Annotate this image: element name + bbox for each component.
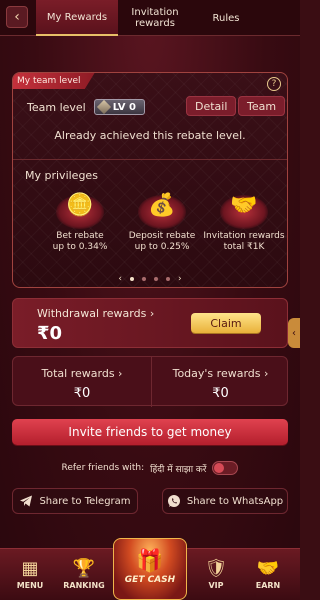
tab-label: Rules bbox=[212, 12, 240, 24]
refer-language-row: Refer friends with: हिंदी में साझा करें bbox=[0, 460, 300, 476]
detail-button[interactable]: Detail bbox=[186, 96, 237, 116]
back-button[interactable]: ‹ bbox=[6, 6, 28, 28]
privileges-title: My privileges bbox=[25, 169, 98, 182]
hindi-share-toggle[interactable] bbox=[212, 461, 239, 475]
nav-menu[interactable]: ▦ MENU bbox=[0, 558, 60, 591]
level-text: LV 0 bbox=[112, 101, 136, 113]
chevron-left-icon: ‹ bbox=[292, 327, 296, 339]
share-whatsapp-button[interactable]: Share to WhatsApp bbox=[162, 488, 288, 514]
privilege-deposit-rebate[interactable]: 💰 Deposit rebate up to 0.25% bbox=[117, 189, 207, 253]
whatsapp-icon bbox=[167, 494, 181, 508]
nav-get-cash[interactable]: 🎁 GET CASH bbox=[113, 538, 187, 600]
privilege-line1: Bet rebate bbox=[56, 231, 104, 241]
invite-friends-button[interactable]: Invite friends to get money bbox=[12, 419, 288, 445]
menu-grid-icon: ▦ bbox=[21, 558, 39, 579]
withdrawal-amount: ₹0 bbox=[37, 323, 63, 344]
treasure-chest-icon: 🎁 bbox=[136, 549, 164, 574]
nav-vip[interactable]: 🛡 VIP bbox=[186, 558, 246, 591]
handshake-icon: 🤝 bbox=[230, 193, 258, 218]
carousel-dot[interactable] bbox=[130, 277, 134, 281]
carousel-pagination: ‹ › bbox=[13, 274, 287, 284]
telegram-icon bbox=[19, 494, 33, 508]
carousel-dot[interactable] bbox=[142, 277, 146, 281]
carousel-next-icon[interactable]: › bbox=[178, 274, 182, 284]
todays-rewards-value: ₹0 bbox=[212, 386, 229, 401]
nav-label: GET CASH bbox=[124, 575, 176, 585]
privilege-line2: up to 0.34% bbox=[52, 242, 108, 252]
trophy-icon: 🏆 bbox=[72, 558, 96, 579]
total-rewards[interactable]: Total rewards › ₹0 bbox=[13, 357, 151, 407]
privilege-line2: total ₹1K bbox=[223, 242, 265, 252]
team-level-panel: My team level ? Team level LV 0 Detail T… bbox=[12, 72, 288, 288]
page: ‹ My Rewards Invitation rewards Rules My… bbox=[0, 0, 300, 600]
vip-shield-icon: 🛡 bbox=[204, 558, 228, 579]
handshake-icon: 🤝 bbox=[256, 558, 280, 579]
carousel-dot[interactable] bbox=[166, 277, 170, 281]
privilege-invitation-rewards[interactable]: 🤝 Invitation rewards total ₹1K bbox=[199, 189, 287, 253]
money-bag-icon: 💰 bbox=[148, 193, 176, 218]
carousel-dot[interactable] bbox=[154, 277, 158, 281]
tab-rules[interactable]: Rules bbox=[196, 0, 256, 36]
privilege-bet-rebate[interactable]: 🪙 Bet rebate up to 0.34% bbox=[35, 189, 125, 253]
chevron-left-icon: ‹ bbox=[14, 9, 20, 25]
nav-label: EARN bbox=[255, 581, 281, 590]
team-level-label: Team level bbox=[27, 100, 86, 114]
nav-ranking[interactable]: 🏆 RANKING bbox=[54, 558, 114, 591]
share-whatsapp-label: Share to WhatsApp bbox=[186, 495, 284, 507]
withdrawal-rewards-label[interactable]: Withdrawal rewards › bbox=[37, 307, 154, 320]
help-icon[interactable]: ? bbox=[267, 77, 281, 91]
diamond-icon bbox=[96, 99, 111, 115]
nav-earn[interactable]: 🤝 EARN bbox=[238, 558, 298, 591]
total-rewards-label: Total rewards › bbox=[41, 367, 123, 380]
withdrawal-rewards-card: Withdrawal rewards › ₹0 Claim bbox=[12, 298, 288, 348]
team-level-ribbon: My team level bbox=[13, 73, 95, 89]
divider bbox=[13, 159, 287, 160]
refer-label: Refer friends with: bbox=[61, 463, 145, 473]
privileges-list: 🪙 Bet rebate up to 0.34% 💰 Deposit rebate… bbox=[13, 189, 287, 259]
privilege-line1: Deposit rebate bbox=[128, 231, 196, 241]
share-telegram-button[interactable]: Share to Telegram bbox=[12, 488, 138, 514]
carousel-prev-icon[interactable]: ‹ bbox=[118, 274, 122, 284]
share-telegram-label: Share to Telegram bbox=[39, 495, 131, 507]
nav-label: MENU bbox=[16, 581, 44, 590]
tab-label: My Rewards bbox=[46, 11, 108, 23]
top-tab-bar: ‹ My Rewards Invitation rewards Rules bbox=[0, 0, 300, 36]
team-button[interactable]: Team bbox=[238, 96, 286, 116]
todays-rewards[interactable]: Today's rewards › ₹0 bbox=[151, 357, 289, 407]
coin-stack-icon: 🪙 bbox=[66, 193, 94, 218]
nav-label: VIP bbox=[208, 581, 224, 590]
level-badge: LV 0 bbox=[93, 99, 145, 115]
claim-button[interactable]: Claim bbox=[191, 313, 261, 333]
side-drawer-toggle[interactable]: ‹ bbox=[288, 318, 300, 348]
tab-invitation-rewards[interactable]: Invitation rewards bbox=[124, 0, 186, 36]
tab-label: Invitation rewards bbox=[131, 7, 179, 29]
hindi-share-label: हिंदी में साझा करें bbox=[150, 464, 207, 475]
privilege-line1: Invitation rewards bbox=[203, 231, 285, 241]
todays-rewards-label: Today's rewards › bbox=[172, 367, 269, 380]
privilege-line2: up to 0.25% bbox=[134, 242, 190, 252]
tab-my-rewards[interactable]: My Rewards bbox=[36, 0, 118, 36]
rebate-status-text: Already achieved this rebate level. bbox=[54, 129, 246, 142]
rewards-totals: Total rewards › ₹0 Today's rewards › ₹0 bbox=[12, 356, 289, 407]
total-rewards-value: ₹0 bbox=[73, 386, 91, 401]
nav-label: RANKING bbox=[63, 581, 105, 590]
